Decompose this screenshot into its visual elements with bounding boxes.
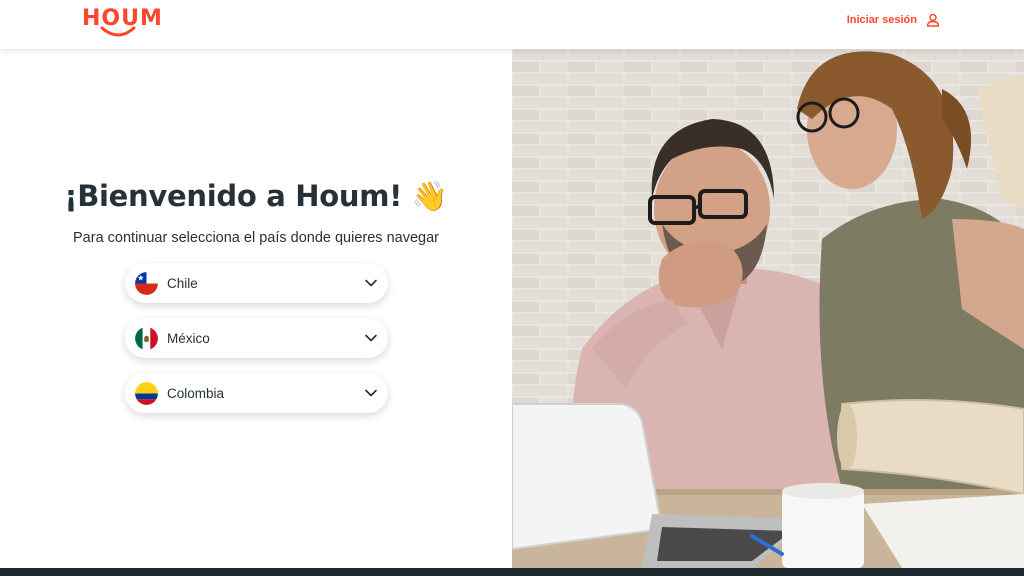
chevron-down-icon	[365, 334, 377, 342]
country-selection-panel: ¡Bienvenido a Houm! 👋 Para continuar sel…	[0, 49, 512, 568]
logo-smile-icon	[100, 26, 136, 37]
login-label: Iniciar sesión	[846, 14, 917, 26]
top-header: HOUM Iniciar sesión	[0, 0, 1024, 49]
country-label-colombia: Colombia	[167, 385, 225, 401]
country-select-colombia[interactable]: Colombia	[125, 373, 388, 413]
houm-logo[interactable]: HOUM	[82, 6, 162, 42]
colombia-flag-icon	[135, 381, 158, 405]
chevron-down-icon	[365, 389, 377, 397]
hero-illustration	[512, 49, 1024, 568]
chile-flag-icon	[135, 271, 158, 295]
page-title: ¡Bienvenido a Houm! 👋	[64, 179, 448, 213]
chevron-down-icon	[365, 279, 377, 287]
country-select-mexico[interactable]: México	[125, 318, 388, 358]
country-label-mexico: México	[167, 330, 210, 346]
country-label-chile: Chile	[167, 275, 198, 291]
hero-photo	[512, 49, 1024, 568]
login-link[interactable]: Iniciar sesión	[847, 13, 940, 27]
footer-bar	[0, 568, 1024, 576]
page-subtitle: Para continuar selecciona el país donde …	[73, 230, 439, 246]
mexico-flag-icon	[135, 326, 158, 350]
user-icon	[926, 13, 940, 27]
country-select-chile[interactable]: Chile	[125, 263, 388, 303]
